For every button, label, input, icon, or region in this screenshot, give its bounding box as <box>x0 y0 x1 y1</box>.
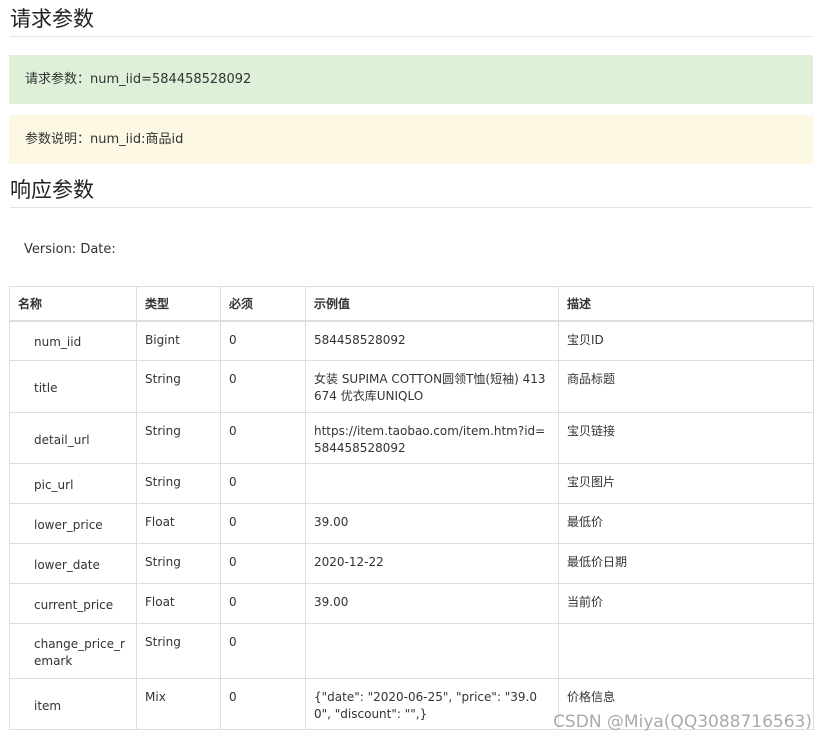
cell-required: 0 <box>220 583 306 624</box>
cell-example: 2020-12-22 <box>305 543 559 584</box>
cell-name: lower_price <box>9 503 137 544</box>
cell-required: 0 <box>220 360 306 413</box>
table-row: title String 0 女装 SUPIMA COTTON圆领T恤(短袖) 413… <box>9 360 814 413</box>
table-body: num_iid Bigint 0 584458528092 宝贝ID title Strin… <box>9 320 814 730</box>
cell-required: 0 <box>220 463 306 504</box>
table-row: detail_url String 0 https://item.taobao.com… <box>9 412 814 464</box>
header-description: 描述 <box>558 286 814 321</box>
header-required: 必须 <box>220 286 306 321</box>
cell-name: item <box>9 678 137 730</box>
cell-name: lower_date <box>9 543 137 584</box>
cell-example: 584458528092 <box>305 320 559 361</box>
cell-required: 0 <box>220 412 306 464</box>
cell-description: 宝贝图片 <box>558 463 814 504</box>
request-params-box: 请求参数：num_iid=584458528092 <box>9 55 813 104</box>
table-row: pic_url String 0 宝贝图片 <box>9 463 814 504</box>
cell-required: 0 <box>220 320 306 361</box>
cell-type: Mix <box>136 678 221 730</box>
header-name: 名称 <box>9 286 137 321</box>
cell-example: 女装 SUPIMA COTTON圆领T恤(短袖) 413674 优衣库UNIQL… <box>305 360 559 413</box>
cell-required: 0 <box>220 623 306 679</box>
cell-name: pic_url <box>9 463 137 504</box>
cell-type: String <box>136 360 221 413</box>
cell-description <box>558 623 814 679</box>
response-params-heading: 响应参数 <box>10 177 813 208</box>
cell-required: 0 <box>220 503 306 544</box>
cell-name: num_iid <box>9 320 137 361</box>
cell-example <box>305 463 559 504</box>
cell-description: 宝贝ID <box>558 320 814 361</box>
csdn-watermark: CSDN @Miya(QQ3088716563) <box>553 712 812 732</box>
cell-description: 商品标题 <box>558 360 814 413</box>
cell-example: https://item.taobao.com/item.htm?id=5844… <box>305 412 559 464</box>
response-params-table: 名称 类型 必须 示例值 描述 num_iid Bigint 0 5844585280… <box>9 286 814 730</box>
cell-type: String <box>136 412 221 464</box>
cell-required: 0 <box>220 543 306 584</box>
cell-type: String <box>136 623 221 679</box>
cell-type: String <box>136 543 221 584</box>
cell-name: title <box>9 360 137 413</box>
cell-description: 当前价 <box>558 583 814 624</box>
cell-name: current_price <box>9 583 137 624</box>
cell-required: 0 <box>220 678 306 730</box>
table-row: lower_date String 0 2020-12-22 最低价日期 <box>9 543 814 584</box>
cell-example: {"date": "2020-06-25", "price": "39.00",… <box>305 678 559 730</box>
cell-name: detail_url <box>9 412 137 464</box>
table-row: current_price Float 0 39.00 当前价 <box>9 583 814 624</box>
request-params-heading: 请求参数 <box>10 6 813 37</box>
params-description-box: 参数说明：num_iid:商品id <box>9 115 813 164</box>
header-type: 类型 <box>136 286 221 321</box>
table-row: change_price_remark String 0 <box>9 623 814 679</box>
table-row: num_iid Bigint 0 584458528092 宝贝ID <box>9 320 814 361</box>
cell-description: 最低价 <box>558 503 814 544</box>
table-header-row: 名称 类型 必须 示例值 描述 <box>9 286 814 321</box>
header-example: 示例值 <box>305 286 559 321</box>
cell-type: String <box>136 463 221 504</box>
table-row: lower_price Float 0 39.00 最低价 <box>9 503 814 544</box>
cell-type: Float <box>136 503 221 544</box>
cell-example <box>305 623 559 679</box>
cell-type: Bigint <box>136 320 221 361</box>
version-text: Version: Date: <box>24 242 116 257</box>
cell-name: change_price_remark <box>9 623 137 679</box>
cell-example: 39.00 <box>305 583 559 624</box>
cell-example: 39.00 <box>305 503 559 544</box>
cell-type: Float <box>136 583 221 624</box>
cell-description: 最低价日期 <box>558 543 814 584</box>
cell-description: 宝贝链接 <box>558 412 814 464</box>
